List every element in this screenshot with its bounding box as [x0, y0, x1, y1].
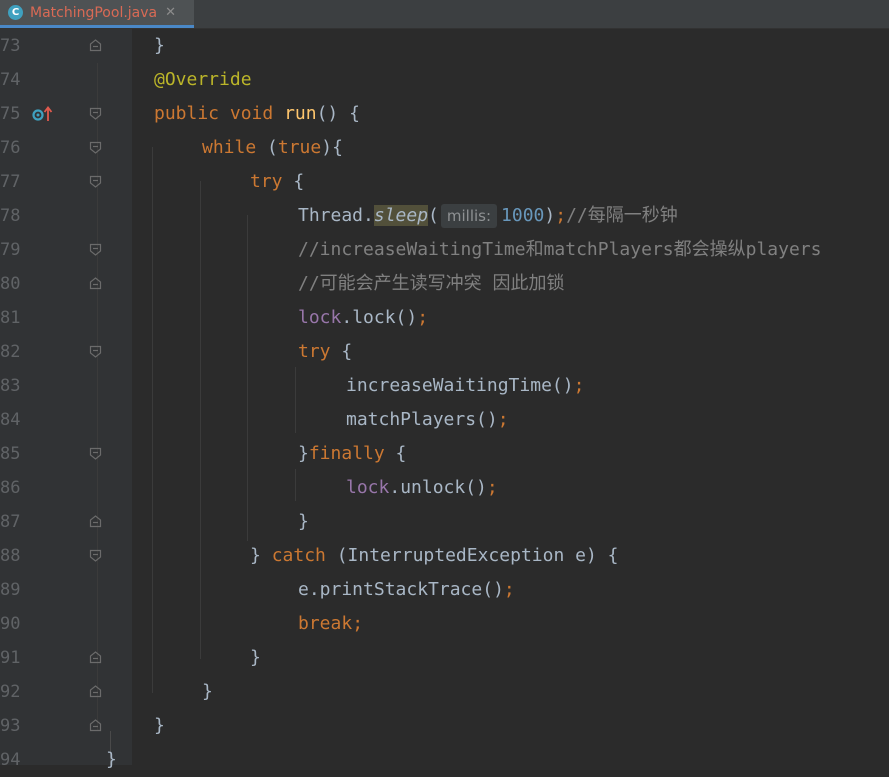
- code-line-77[interactable]: 77 try {: [0, 165, 889, 199]
- code-text: try {: [250, 171, 305, 192]
- code-text: e.printStackTrace();: [298, 579, 515, 600]
- code-line-74[interactable]: 74 @Override: [0, 63, 889, 97]
- code-line-73[interactable]: 73 }: [0, 29, 889, 63]
- code-line-85[interactable]: 85 }finally {: [0, 437, 889, 471]
- code-line-92[interactable]: 92 }: [0, 675, 889, 709]
- code-line-93[interactable]: 93 }: [0, 709, 889, 743]
- line-number: 73: [0, 36, 21, 56]
- line-number: 75: [0, 104, 21, 124]
- code-text: @Override: [154, 69, 252, 90]
- code-line-78[interactable]: 78 Thread.sleep(millis: 1000);//每隔一秒钟: [0, 199, 889, 233]
- line-number: 90: [0, 614, 21, 634]
- code-line-86[interactable]: 86 lock.unlock();: [0, 471, 889, 505]
- code-text: } catch (InterruptedException e) {: [250, 545, 619, 566]
- line-number: 82: [0, 342, 21, 362]
- line-number: 94: [0, 750, 21, 770]
- fold-end-icon[interactable]: [89, 719, 102, 732]
- code-text: }: [154, 35, 165, 56]
- line-number: 87: [0, 512, 21, 532]
- line-number: 89: [0, 580, 21, 600]
- code-line-87[interactable]: 87 }: [0, 505, 889, 539]
- fold-start-icon[interactable]: [89, 141, 102, 154]
- fold-start-icon[interactable]: [89, 107, 102, 120]
- sleep-call: sleep: [373, 205, 429, 226]
- code-line-90[interactable]: 90 break;: [0, 607, 889, 641]
- code-text: matchPlayers();: [346, 409, 509, 430]
- line-number: 80: [0, 274, 21, 294]
- code-text: }: [250, 647, 261, 668]
- line-number: 88: [0, 546, 21, 566]
- fold-end-icon[interactable]: [89, 685, 102, 698]
- editor-tab-bar: C MatchingPool.java ✕: [0, 0, 889, 29]
- code-text: }: [154, 715, 165, 736]
- code-text: increaseWaitingTime();: [346, 375, 585, 396]
- parameter-hint: millis:: [440, 204, 498, 228]
- line-number: 81: [0, 308, 21, 328]
- code-line-88[interactable]: 88 } catch (InterruptedException e) {: [0, 539, 889, 573]
- tab-label: MatchingPool.java: [30, 4, 158, 21]
- fold-end-icon[interactable]: [89, 277, 102, 290]
- code-line-76[interactable]: 76 while (true){: [0, 131, 889, 165]
- line-number: 92: [0, 682, 21, 702]
- code-line-84[interactable]: 84 matchPlayers();: [0, 403, 889, 437]
- line-number: 83: [0, 376, 21, 396]
- code-line-79[interactable]: 79 //increaseWaitingTime和matchPlayers都会操…: [0, 233, 889, 267]
- fold-start-icon[interactable]: [89, 447, 102, 460]
- line-number: 77: [0, 172, 21, 192]
- fold-end-icon[interactable]: [89, 39, 102, 52]
- code-comment: //可能会产生读写冲突 因此加锁: [298, 273, 565, 294]
- code-text: lock.lock();: [298, 307, 429, 328]
- line-number: 76: [0, 138, 21, 158]
- line-number: 91: [0, 648, 21, 668]
- line-number: 84: [0, 410, 21, 430]
- fold-end-icon[interactable]: [89, 651, 102, 664]
- code-text: }: [202, 681, 213, 702]
- override-marker-icon[interactable]: [32, 106, 54, 122]
- code-line-89[interactable]: 89 e.printStackTrace();: [0, 573, 889, 607]
- fold-end-icon[interactable]: [89, 515, 102, 528]
- line-number: 93: [0, 716, 21, 736]
- code-line-80[interactable]: 80 //可能会产生读写冲突 因此加锁: [0, 267, 889, 301]
- fold-start-icon[interactable]: [89, 345, 102, 358]
- tab-matchingpool-java[interactable]: C MatchingPool.java ✕: [0, 0, 194, 28]
- line-number: 85: [0, 444, 21, 464]
- java-class-icon: C: [8, 5, 23, 20]
- code-line-83[interactable]: 83 increaseWaitingTime();: [0, 369, 889, 403]
- code-text: try {: [298, 341, 353, 362]
- code-editor[interactable]: 73 } 74 @Override 75 public void run() {…: [0, 29, 889, 770]
- line-number: 74: [0, 70, 21, 90]
- code-text: Thread.sleep(millis: 1000);//每隔一秒钟: [298, 204, 678, 228]
- code-comment: //increaseWaitingTime和matchPlayers都会操纵pl…: [298, 239, 822, 260]
- line-number: 79: [0, 240, 21, 260]
- code-line-91[interactable]: 91 }: [0, 641, 889, 675]
- code-line-75[interactable]: 75 public void run() {: [0, 97, 889, 131]
- fold-start-icon[interactable]: [89, 549, 102, 562]
- code-text: break;: [298, 613, 364, 634]
- code-text: while (true){: [202, 137, 343, 158]
- code-text: }: [298, 511, 309, 532]
- code-text: }finally {: [298, 443, 407, 464]
- code-line-81[interactable]: 81 lock.lock();: [0, 301, 889, 335]
- code-line-94[interactable]: 94 }: [0, 743, 889, 777]
- line-number: 78: [0, 206, 21, 226]
- code-text: }: [106, 749, 117, 770]
- line-number: 86: [0, 478, 21, 498]
- code-text: lock.unlock();: [346, 477, 498, 498]
- code-line-82[interactable]: 82 try {: [0, 335, 889, 369]
- fold-start-icon[interactable]: [89, 243, 102, 256]
- code-text: public void run() {: [154, 103, 360, 124]
- fold-start-icon[interactable]: [89, 175, 102, 188]
- close-icon[interactable]: ✕: [165, 5, 176, 20]
